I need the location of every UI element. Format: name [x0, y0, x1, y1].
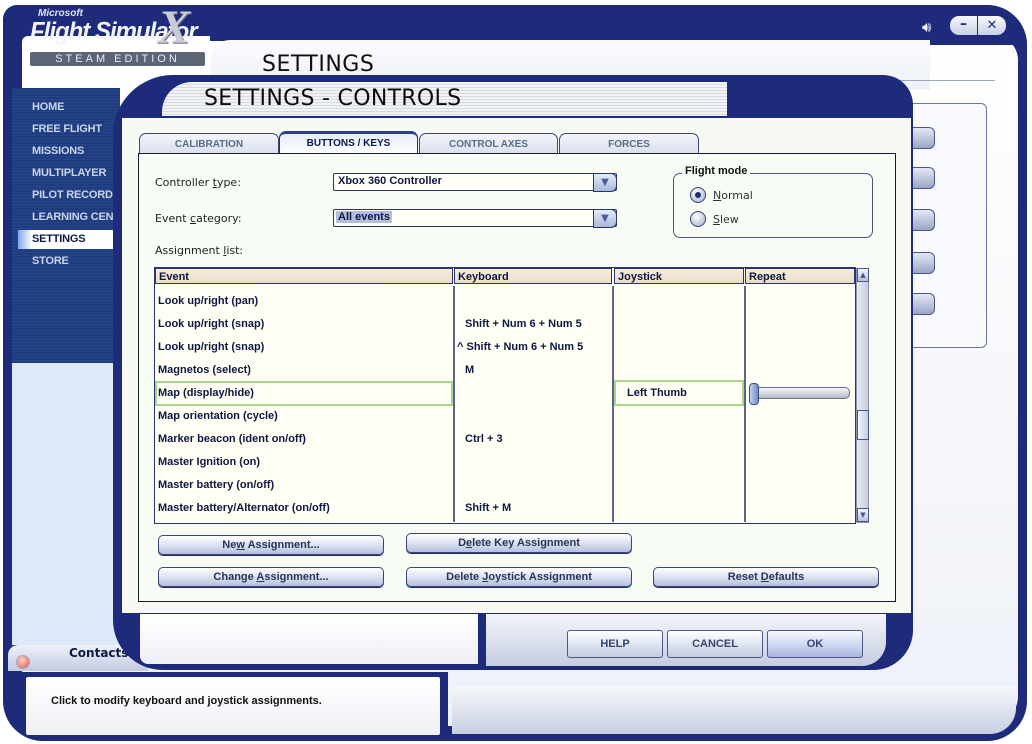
table-row-event[interactable]: Look up/right (pan)	[158, 295, 258, 307]
contacts-status-icon	[16, 655, 30, 669]
cancel-button[interactable]: CANCEL	[667, 630, 763, 658]
table-row-event[interactable]: Map orientation (cycle)	[158, 410, 278, 422]
sidebar-item-missions[interactable]: MISSIONS	[32, 145, 116, 157]
table-row-event[interactable]: Master battery (on/off)	[158, 479, 274, 491]
dialog-footer-left	[140, 614, 478, 664]
tab-forces[interactable]: FORCES	[559, 133, 699, 154]
logo-edition-text: STEAM EDITION	[30, 52, 205, 66]
status-bar-right	[452, 686, 1016, 734]
radio-slew[interactable]	[690, 211, 706, 227]
chevron-down-icon[interactable]: ▼	[593, 173, 617, 192]
minimize-button[interactable]: –	[950, 16, 977, 35]
column-header-repeat[interactable]: Repeat	[745, 268, 855, 284]
delete-joystick-assignment-button[interactable]: Delete Joystick Assignment	[406, 567, 632, 587]
dialog-title: SETTINGS - CONTROLS	[204, 86, 462, 111]
status-text: Click to modify keyboard and joystick as…	[51, 695, 322, 707]
flight-mode-group	[673, 173, 873, 238]
column-header-keyboard[interactable]: Keyboard	[454, 268, 612, 284]
event-category-value: All events	[336, 211, 392, 223]
table-row-joystick[interactable]: Left Thumb	[627, 387, 687, 399]
tab-control-axes[interactable]: CONTROL AXES	[419, 133, 558, 154]
column-header-joystick[interactable]: Joystick	[614, 268, 744, 284]
repeat-slider[interactable]	[752, 387, 850, 399]
tab-calibration[interactable]: CALIBRATION	[139, 133, 279, 154]
repeat-slider-handle[interactable]	[749, 383, 759, 405]
column-divider	[453, 286, 455, 522]
delete-key-assignment-button[interactable]: Delete Key Assignment	[406, 533, 632, 553]
logo-x-text: X	[158, 1, 191, 54]
speaker-icon[interactable]: 🔊︎	[922, 18, 931, 36]
ok-button[interactable]: OK	[767, 630, 863, 658]
table-row-event[interactable]: Master battery/Alternator (on/off)	[158, 502, 330, 514]
scroll-down-button[interactable]: ▼	[857, 508, 869, 522]
sidebar-item-multiplayer[interactable]: MULTIPLAYER	[32, 167, 116, 179]
event-category-label: Event category:	[155, 212, 242, 225]
sidebar-item-learning-center[interactable]: LEARNING CENTER	[32, 211, 116, 223]
table-row-event[interactable]: Look up/right (snap)	[158, 341, 264, 353]
table-row-keyboard[interactable]: M	[465, 364, 474, 376]
change-assignment-button[interactable]: Change Assignment...	[158, 567, 384, 587]
table-row-event[interactable]: Look up/right (snap)	[158, 318, 264, 330]
radio-normal-label[interactable]: Normal	[713, 189, 753, 202]
background-page-title: SETTINGS	[262, 52, 375, 77]
contacts-label[interactable]: Contacts	[69, 646, 128, 660]
assignment-list-label: Assignment list:	[155, 244, 244, 257]
sidebar-item-free-flight[interactable]: FREE FLIGHT	[32, 123, 116, 135]
table-scrollbar[interactable]	[856, 268, 869, 523]
scrollbar-thumb[interactable]	[857, 410, 869, 440]
help-button[interactable]: HELP	[567, 630, 663, 658]
column-header-event[interactable]: Event	[155, 268, 453, 284]
table-row-keyboard[interactable]: ^ Shift + Num 6 + Num 5	[457, 341, 583, 353]
reset-defaults-button[interactable]: Reset Defaults	[653, 567, 879, 587]
chevron-down-icon[interactable]: ▼	[593, 209, 617, 228]
sidebar-item-pilot-records[interactable]: PILOT RECORDS	[32, 189, 116, 201]
radio-normal[interactable]	[690, 187, 706, 203]
tab-buttons-keys[interactable]: BUTTONS / KEYS	[279, 131, 418, 154]
table-row-event[interactable]: Magnetos (select)	[158, 364, 251, 376]
event-category-select[interactable]: All events ▼	[333, 209, 617, 228]
table-row-keyboard[interactable]: Shift + M	[465, 502, 511, 514]
table-row-event[interactable]: Marker beacon (ident on/off)	[158, 433, 306, 445]
table-row-event[interactable]: Master Ignition (on)	[158, 456, 260, 468]
sidebar-item-home[interactable]: HOME	[32, 101, 116, 113]
table-row-event[interactable]: Map (display/hide)	[158, 387, 254, 399]
table-row-keyboard[interactable]: Ctrl + 3	[465, 433, 503, 445]
sidebar-lower-panel	[12, 363, 120, 645]
scroll-up-button[interactable]: ▲	[857, 268, 869, 282]
radio-slew-label[interactable]: Slew	[713, 213, 739, 226]
sidebar-item-settings[interactable]: SETTINGS	[18, 230, 128, 249]
close-button[interactable]: ✕	[978, 16, 1006, 35]
sidebar-item-store[interactable]: STORE	[32, 255, 116, 267]
title-band	[210, 5, 910, 41]
controller-type-label: Controller type:	[155, 176, 241, 189]
controller-type-select[interactable]: Xbox 360 Controller ▼	[333, 173, 617, 192]
flight-mode-legend: Flight mode	[682, 165, 751, 177]
controller-type-value: Xbox 360 Controller	[338, 175, 442, 187]
column-divider	[744, 286, 746, 522]
table-row-keyboard[interactable]: Shift + Num 6 + Num 5	[465, 318, 582, 330]
new-assignment-button[interactable]: New Assignment...	[158, 535, 384, 555]
